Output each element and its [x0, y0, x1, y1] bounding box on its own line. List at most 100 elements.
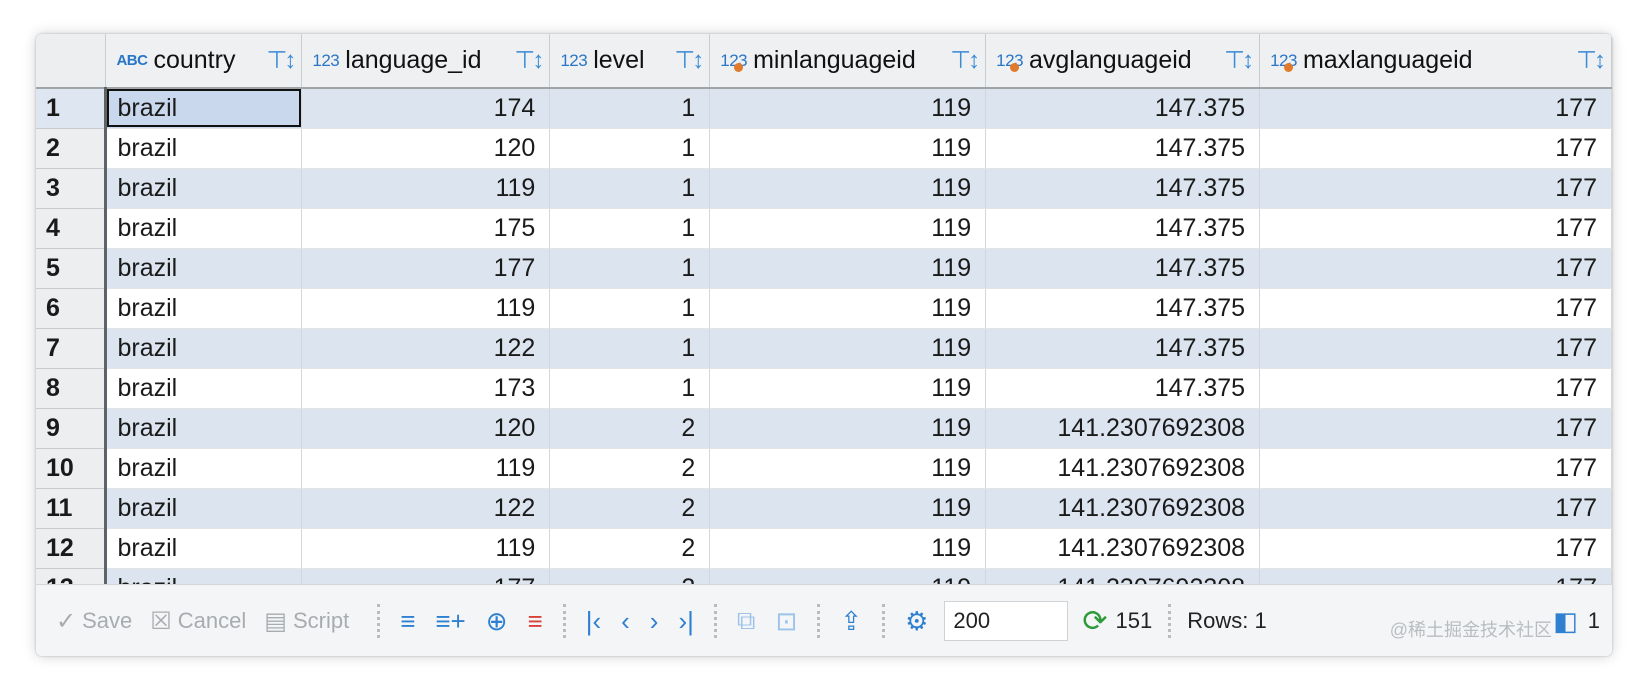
fit-columns-icon[interactable]: ⊡	[775, 606, 797, 637]
table-row[interactable]: 11 brazil 122 2 119 141.2307692308 177	[36, 488, 1612, 529]
row-number[interactable]: 5	[36, 248, 108, 289]
table-cell-country[interactable]: brazil	[105, 288, 303, 329]
table-cell-maxlanguageid[interactable]: 177	[1259, 208, 1612, 249]
row-number[interactable]: 6	[36, 288, 108, 329]
table-cell-avglanguageid[interactable]: 147.375	[985, 128, 1261, 169]
table-cell-avglanguageid[interactable]: 147.375	[985, 88, 1261, 129]
row-number[interactable]: 8	[36, 368, 108, 409]
table-cell-language-id[interactable]: 120	[301, 408, 551, 449]
table-row[interactable]: 1 brazil 174 1 119 147.375 177	[36, 88, 1612, 129]
cancel-button[interactable]: ☒ Cancel	[150, 607, 246, 636]
column-header-minlanguageid[interactable]: 123 minlanguageid ⊤↕	[709, 34, 987, 89]
export-icon[interactable]: ⇪	[840, 606, 862, 637]
script-button[interactable]: ▤ Script	[264, 607, 349, 636]
row-number[interactable]: 10	[36, 448, 108, 489]
table-cell-maxlanguageid[interactable]: 177	[1259, 168, 1612, 209]
table-cell-level[interactable]: 2	[549, 408, 711, 449]
table-cell-level[interactable]: 1	[549, 328, 711, 369]
table-row[interactable]: 9 brazil 120 2 119 141.2307692308 177	[36, 408, 1612, 449]
table-cell-level[interactable]: 1	[549, 368, 711, 409]
table-cell-avglanguageid[interactable]: 147.375	[985, 288, 1261, 329]
table-cell-minlanguageid[interactable]: 119	[709, 488, 987, 529]
table-cell-maxlanguageid[interactable]: 177	[1259, 328, 1612, 369]
table-cell-language-id[interactable]: 173	[301, 368, 551, 409]
filter-sort-icon[interactable]: ⊤↕	[1224, 46, 1254, 75]
column-header-level[interactable]: 123 level ⊤↕	[549, 34, 711, 89]
table-cell-avglanguageid[interactable]: 147.375	[985, 368, 1261, 409]
filter-sort-icon[interactable]: ⊤↕	[266, 46, 296, 75]
table-cell-avglanguageid[interactable]: 141.2307692308	[985, 488, 1261, 529]
table-cell-country[interactable]: brazil	[105, 248, 303, 289]
column-header-avglanguageid[interactable]: 123 avglanguageid ⊤↕	[985, 34, 1261, 89]
table-cell-maxlanguageid[interactable]: 177	[1259, 448, 1612, 489]
first-page-icon[interactable]: |‹	[586, 606, 601, 637]
gear-icon[interactable]: ⚙	[905, 606, 928, 637]
table-cell-country[interactable]: brazil	[105, 488, 303, 529]
table-cell-avglanguageid[interactable]: 141.2307692308	[985, 448, 1261, 489]
filter-sort-icon[interactable]: ⊤↕	[514, 46, 544, 75]
table-cell-level[interactable]: 2	[549, 448, 711, 489]
table-cell-minlanguageid[interactable]: 119	[709, 128, 987, 169]
table-cell-language-id[interactable]: 122	[301, 488, 551, 529]
fetch-size-input[interactable]	[944, 601, 1069, 641]
row-number[interactable]: 11	[36, 488, 108, 529]
table-cell-maxlanguageid[interactable]: 177	[1259, 128, 1612, 169]
table-cell-language-id[interactable]: 120	[301, 128, 551, 169]
column-header-country[interactable]: ABC country ⊤↕	[105, 34, 303, 89]
table-cell-level[interactable]: 1	[549, 128, 711, 169]
table-cell-language-id[interactable]: 174	[301, 88, 551, 129]
table-row[interactable]: 4 brazil 175 1 119 147.375 177	[36, 208, 1612, 249]
row-number[interactable]: 12	[36, 528, 108, 569]
filter-sort-icon[interactable]: ⊤↕	[674, 46, 704, 75]
table-cell-maxlanguageid[interactable]: 177	[1259, 368, 1612, 409]
next-page-icon[interactable]: ›	[650, 606, 659, 637]
table-cell-language-id[interactable]: 122	[301, 328, 551, 369]
copy-row-icon[interactable]: ⊕	[486, 606, 508, 637]
table-row[interactable]: 7 brazil 122 1 119 147.375 177	[36, 328, 1612, 369]
table-cell-country[interactable]: brazil	[105, 128, 303, 169]
table-cell-country[interactable]: brazil	[105, 328, 303, 369]
table-cell-country[interactable]: brazil	[105, 208, 303, 249]
table-cell-maxlanguageid[interactable]: 177	[1259, 488, 1612, 529]
table-cell-level[interactable]: 1	[549, 208, 711, 249]
table-cell-language-id[interactable]: 175	[301, 208, 551, 249]
table-cell-maxlanguageid[interactable]: 177	[1259, 288, 1612, 329]
table-cell-level[interactable]: 2	[549, 528, 711, 569]
table-cell-language-id[interactable]: 177	[301, 248, 551, 289]
table-cell-level[interactable]: 1	[549, 248, 711, 289]
table-cell-avglanguageid[interactable]: 147.375	[985, 248, 1261, 289]
table-cell-maxlanguageid[interactable]: 177	[1259, 408, 1612, 449]
table-cell-country[interactable]: brazil	[105, 408, 303, 449]
table-cell-minlanguageid[interactable]: 119	[709, 368, 987, 409]
column-header-language-id[interactable]: 123 language_id ⊤↕	[301, 34, 551, 89]
table-cell-country[interactable]: brazil	[105, 168, 303, 209]
table-cell-avglanguageid[interactable]: 141.2307692308	[985, 528, 1261, 569]
table-cell-country[interactable]: brazil	[105, 448, 303, 489]
table-cell-avglanguageid[interactable]: 147.375	[985, 328, 1261, 369]
row-number[interactable]: 2	[36, 128, 108, 169]
table-cell-maxlanguageid[interactable]: 177	[1259, 88, 1612, 129]
previous-page-icon[interactable]: ‹	[621, 606, 630, 637]
row-number-corner[interactable]	[36, 34, 107, 89]
table-cell-minlanguageid[interactable]: 119	[709, 448, 987, 489]
table-cell-level[interactable]: 1	[549, 288, 711, 329]
table-cell-minlanguageid[interactable]: 119	[709, 208, 987, 249]
row-number[interactable]: 1	[36, 88, 108, 129]
table-row[interactable]: 8 brazil 173 1 119 147.375 177	[36, 368, 1612, 409]
delete-row-icon[interactable]: ≡	[528, 606, 543, 637]
table-row[interactable]: 5 brazil 177 1 119 147.375 177	[36, 248, 1612, 289]
table-cell-minlanguageid[interactable]: 119	[709, 168, 987, 209]
row-number[interactable]: 7	[36, 328, 108, 369]
table-cell-maxlanguageid[interactable]: 177	[1259, 528, 1612, 569]
table-cell-minlanguageid[interactable]: 119	[709, 248, 987, 289]
add-row-icon[interactable]: ≡+	[435, 606, 465, 637]
table-cell-avglanguageid[interactable]: 147.375	[985, 208, 1261, 249]
table-cell-minlanguageid[interactable]: 119	[709, 288, 987, 329]
table-row[interactable]: 12 brazil 119 2 119 141.2307692308 177	[36, 528, 1612, 569]
table-cell-language-id[interactable]: 119	[301, 448, 551, 489]
table-cell-country[interactable]: brazil	[105, 368, 303, 409]
table-row[interactable]: 2 brazil 120 1 119 147.375 177	[36, 128, 1612, 169]
refresh-icon[interactable]: ⟳	[1082, 604, 1107, 639]
row-number[interactable]: 9	[36, 408, 108, 449]
table-cell-level[interactable]: 1	[549, 88, 711, 129]
